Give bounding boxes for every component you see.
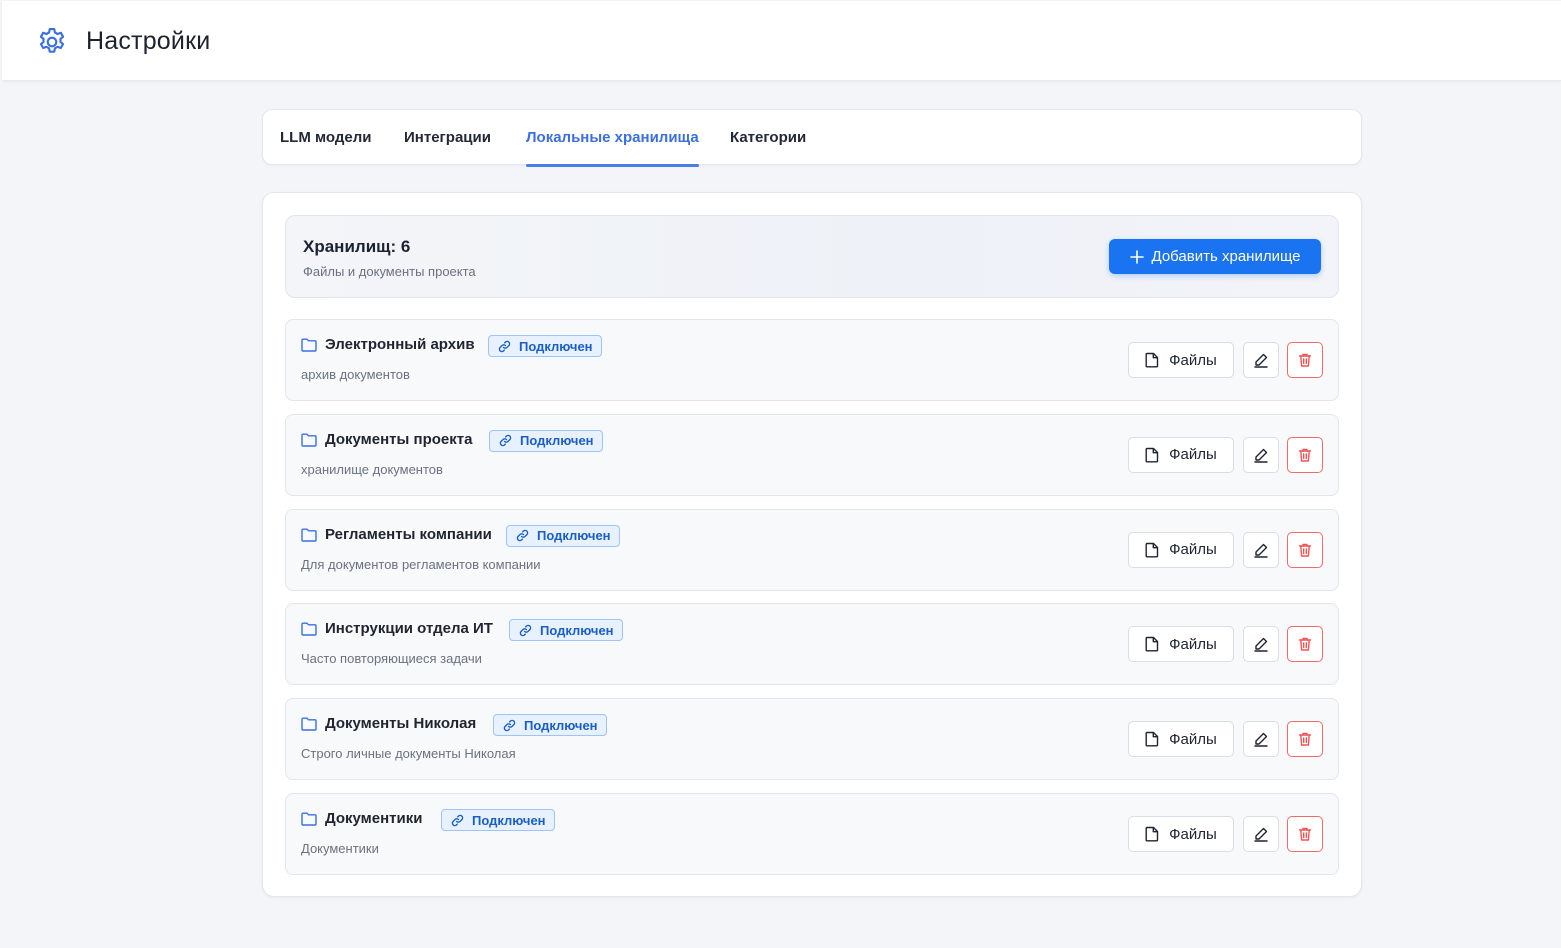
status-badge-label: Подключен — [540, 622, 614, 638]
pencil-icon — [1254, 638, 1268, 653]
delete-button[interactable] — [1287, 626, 1323, 663]
edit-button[interactable] — [1243, 816, 1279, 852]
link-icon — [503, 719, 516, 731]
storage-description: архив документов — [301, 367, 410, 382]
files-button[interactable]: Файлы — [1128, 816, 1234, 852]
files-button[interactable]: Файлы — [1128, 531, 1234, 568]
edit-button[interactable] — [1243, 436, 1279, 473]
storage-description: Документики — [301, 841, 379, 856]
trash-icon — [1298, 638, 1312, 652]
file-icon — [1145, 352, 1159, 368]
edit-button[interactable] — [1243, 626, 1279, 663]
storage-card: Электронный архив Подключен архив докуме… — [285, 319, 1339, 401]
add-storage-button[interactable]: Добавить хранилище — [1109, 239, 1321, 274]
trash-icon — [1298, 448, 1312, 462]
files-button[interactable]: Файлы — [1128, 626, 1234, 663]
add-storage-label: Добавить хранилище — [1151, 248, 1301, 265]
files-button-label: Файлы — [1169, 541, 1217, 559]
delete-button[interactable] — [1287, 342, 1323, 378]
link-icon — [499, 435, 512, 447]
files-button[interactable]: Файлы — [1128, 721, 1234, 758]
folder-icon — [301, 528, 317, 542]
gear-icon — [39, 28, 65, 53]
storage-name: Документики — [325, 810, 423, 827]
files-button-label: Файлы — [1169, 730, 1217, 748]
storage-card: Инструкции отдела ИТ Подключен Часто пов… — [285, 603, 1339, 686]
status-badge: Подключен — [493, 714, 607, 737]
file-icon — [1145, 731, 1159, 747]
files-button-label: Файлы — [1169, 635, 1217, 653]
folder-icon — [301, 717, 317, 731]
link-icon — [451, 814, 464, 826]
folder-icon — [301, 812, 317, 826]
app-header: Настройки — [2, 1, 1561, 81]
pencil-icon — [1254, 353, 1268, 368]
storages-panel: Хранилищ: 6 Файлы и документы проекта До… — [262, 192, 1362, 897]
storage-card: Документы проекта Подключен хранилище до… — [285, 413, 1339, 496]
storages-count: Хранилищ: 6 — [303, 237, 411, 256]
status-badge-label: Подключен — [524, 717, 598, 733]
status-badge-label: Подключен — [537, 528, 611, 544]
folder-icon — [301, 433, 317, 447]
files-button[interactable]: Файлы — [1128, 436, 1234, 473]
storage-card: Документики Подключен Документики Файлы — [285, 793, 1339, 875]
storage-card: Документы Николая Подключен Строго личны… — [285, 698, 1339, 781]
storage-name: Инструкции отдела ИТ — [325, 620, 493, 638]
status-badge: Подключен — [489, 429, 603, 452]
storage-description: Часто повторяющиеся задачи — [301, 651, 482, 667]
link-icon — [516, 529, 529, 542]
folder-icon — [301, 338, 317, 352]
delete-button[interactable] — [1287, 436, 1323, 473]
tab-categories[interactable]: Категории — [730, 110, 806, 166]
status-badge: Подключен — [509, 619, 623, 642]
storage-name: Документы Николая — [325, 715, 477, 733]
status-badge: Подключен — [441, 809, 555, 831]
tab-llm-models[interactable]: LLM модели — [280, 110, 371, 166]
storage-name: Регламенты компании — [325, 525, 492, 543]
edit-button[interactable] — [1243, 721, 1279, 758]
trash-icon — [1298, 732, 1312, 746]
pencil-icon — [1254, 448, 1268, 463]
storage-description: Строго личные документы Николая — [301, 746, 516, 762]
status-badge-label: Подключен — [472, 812, 546, 828]
file-icon — [1145, 826, 1159, 842]
files-button-label: Файлы — [1169, 825, 1217, 843]
storages-description: Файлы и документы проекта — [303, 264, 476, 279]
status-badge: Подключен — [488, 335, 602, 357]
file-icon — [1145, 542, 1159, 558]
file-icon — [1145, 447, 1159, 463]
storage-description: Для документов регламентов компании — [301, 556, 541, 572]
storages-summary: Хранилищ: 6 Файлы и документы проекта До… — [285, 215, 1339, 298]
edit-button[interactable] — [1243, 531, 1279, 568]
folder-icon — [301, 622, 317, 637]
status-badge-label: Подключен — [520, 433, 594, 449]
link-icon — [498, 340, 511, 352]
delete-button[interactable] — [1287, 816, 1323, 852]
pencil-icon — [1254, 732, 1268, 747]
delete-button[interactable] — [1287, 531, 1323, 568]
pencil-icon — [1254, 827, 1268, 842]
storage-name: Электронный архив — [325, 336, 475, 353]
files-button-label: Файлы — [1169, 351, 1217, 369]
file-icon — [1145, 637, 1159, 652]
tab-integrations[interactable]: Интеграции — [404, 110, 491, 166]
status-badge-label: Подключен — [519, 338, 593, 354]
trash-icon — [1298, 827, 1312, 841]
storage-name: Документы проекта — [325, 430, 473, 448]
link-icon — [519, 624, 532, 637]
files-button-label: Файлы — [1169, 446, 1217, 464]
page-title: Настройки — [86, 27, 211, 55]
settings-tabs: LLM модели Интеграции Локальные хранилищ… — [262, 109, 1362, 167]
plus-icon — [1129, 249, 1144, 264]
trash-icon — [1298, 543, 1312, 557]
status-badge: Подключен — [506, 524, 620, 547]
trash-icon — [1298, 353, 1312, 367]
storage-card: Регламенты компании Подключен Для докуме… — [285, 508, 1339, 591]
tab-local-storages[interactable]: Локальные хранилища — [526, 110, 699, 167]
storage-description: хранилище документов — [301, 461, 443, 477]
delete-button[interactable] — [1287, 721, 1323, 758]
pencil-icon — [1254, 543, 1268, 558]
files-button[interactable]: Файлы — [1128, 342, 1234, 378]
edit-button[interactable] — [1243, 342, 1279, 378]
